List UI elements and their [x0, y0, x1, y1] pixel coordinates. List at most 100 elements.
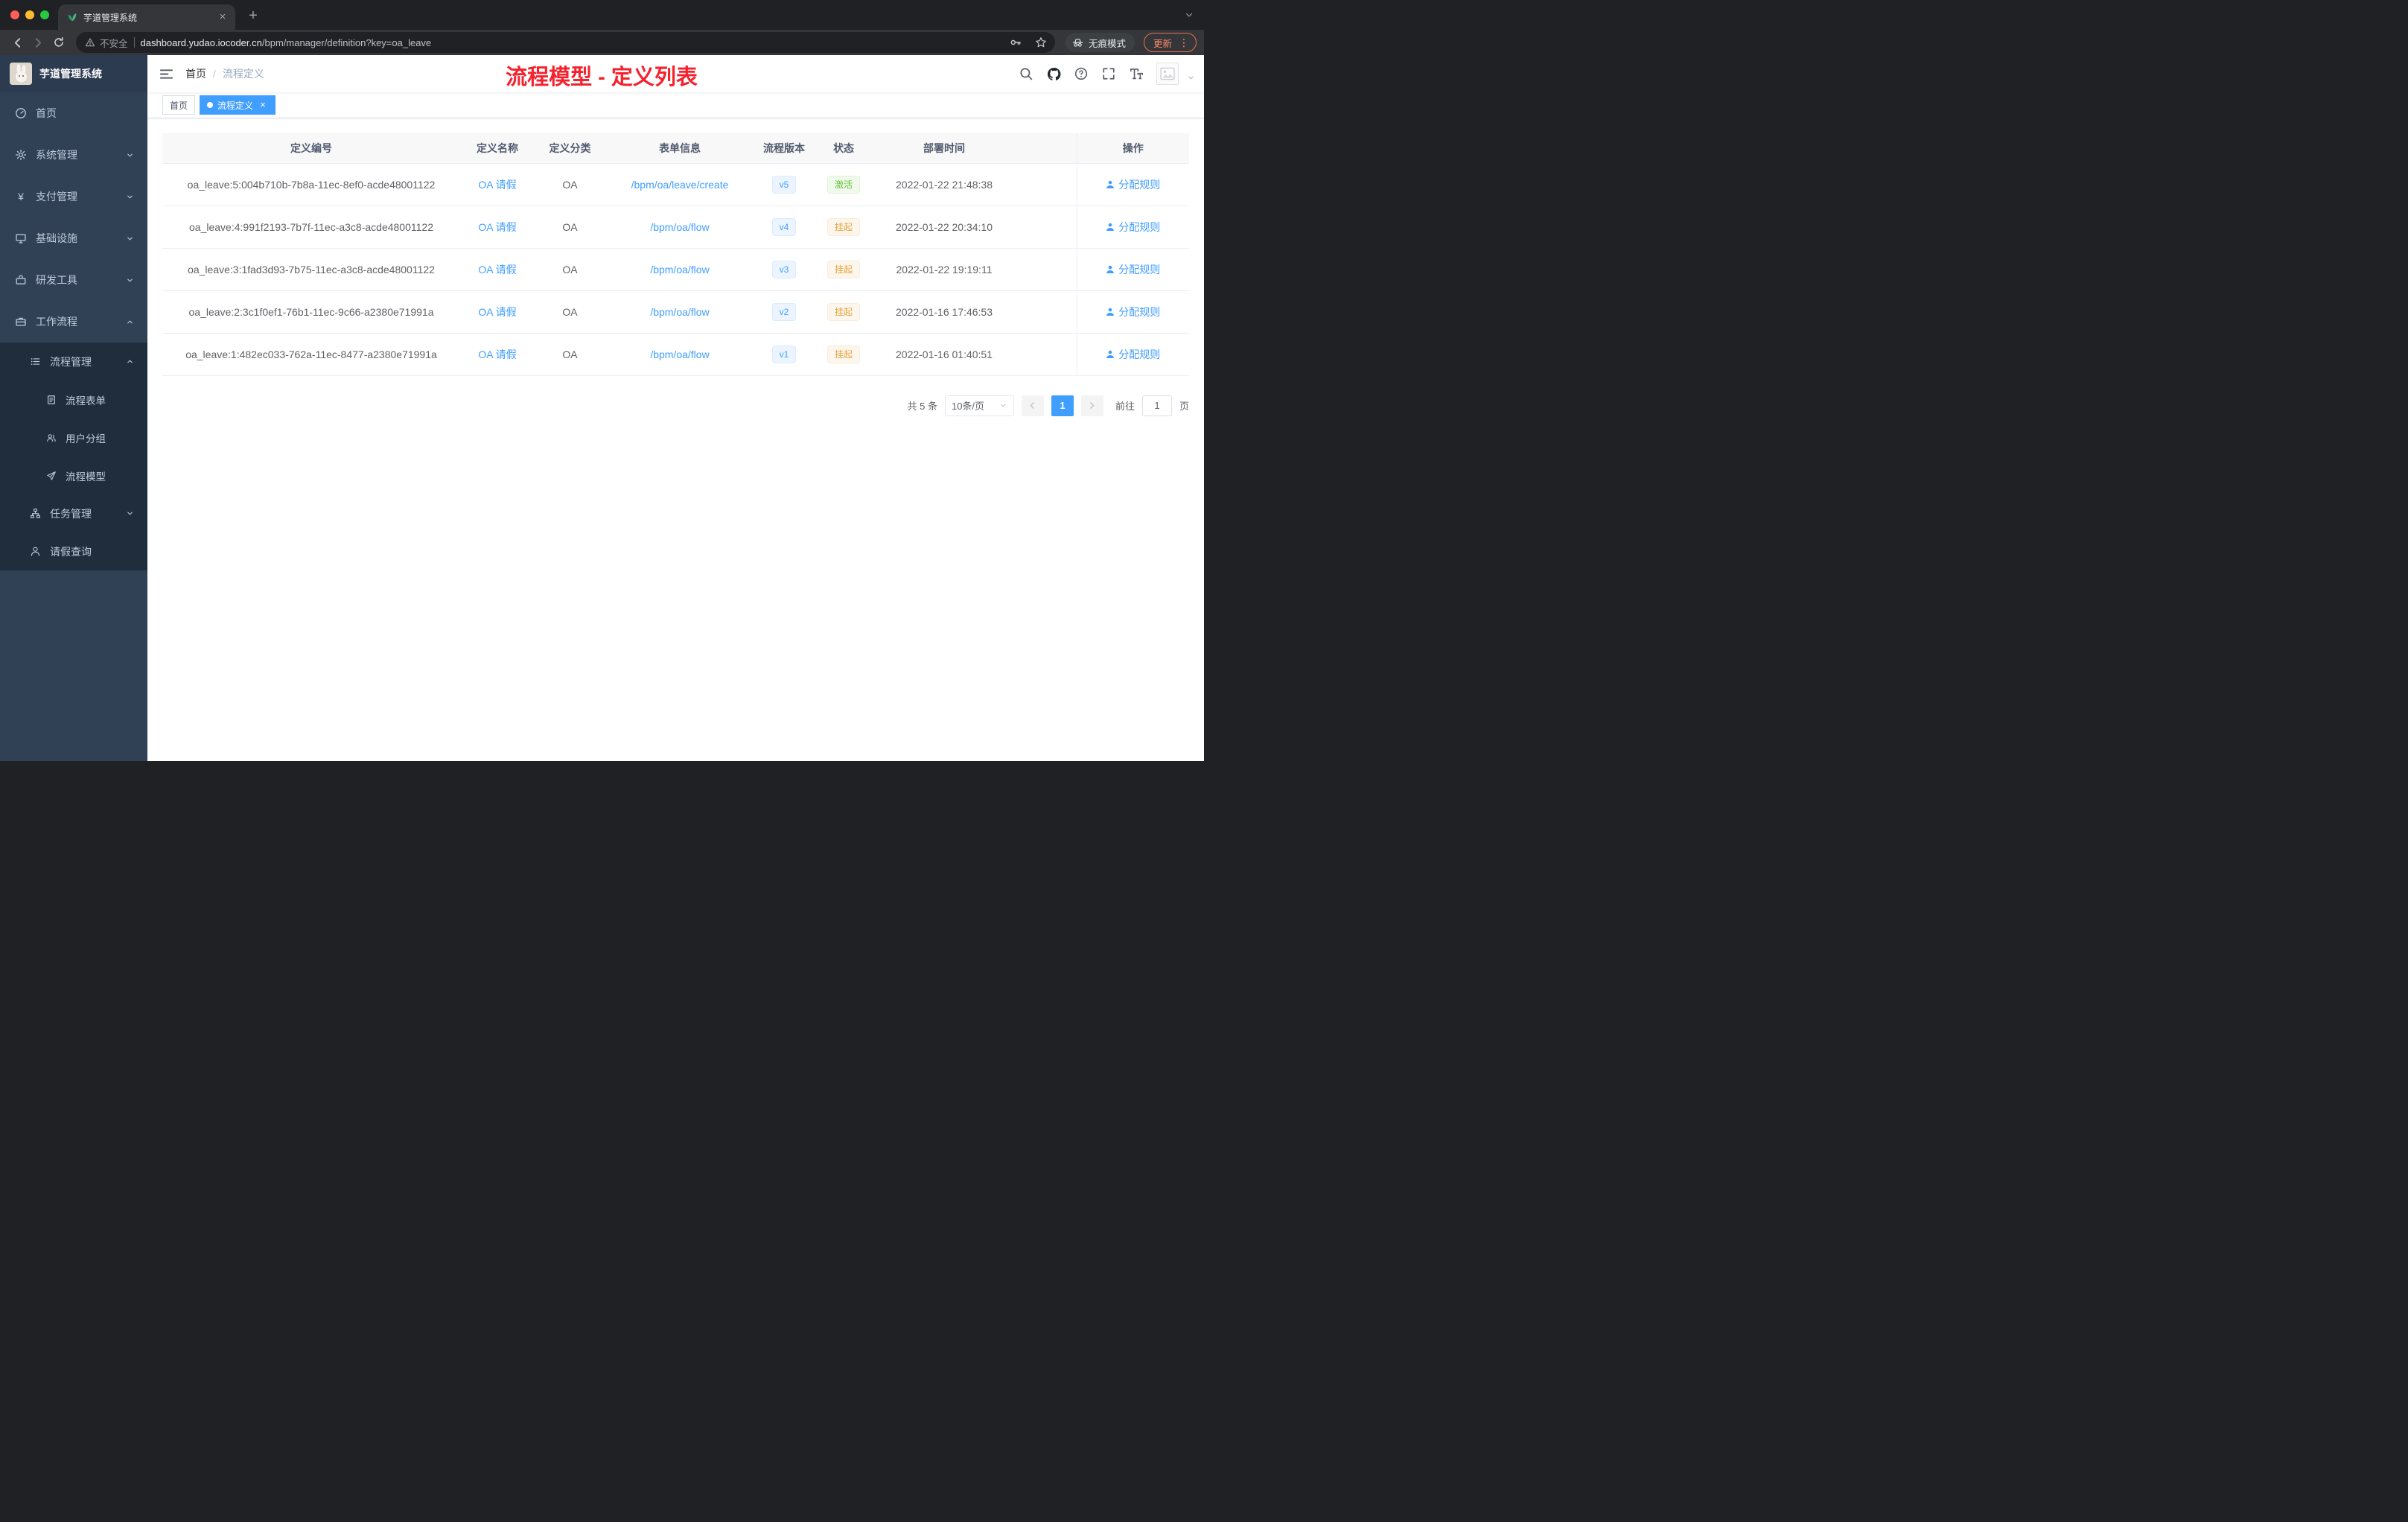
window-zoom-button[interactable]: [40, 10, 49, 19]
site-info-button[interactable]: 不安全: [85, 36, 128, 50]
sidebar-item-payment[interactable]: ¥ 支付管理: [0, 176, 147, 217]
breadcrumb-home[interactable]: 首页: [185, 66, 206, 81]
app-title: 芋道管理系统: [39, 68, 102, 80]
assign-rule-link[interactable]: 分配规则: [1106, 262, 1160, 277]
help-icon[interactable]: [1074, 66, 1089, 81]
address-bar[interactable]: 不安全 dashboard.yudao.iocoder.cn/bpm/manag…: [76, 32, 1055, 53]
avatar-caret-icon[interactable]: [1187, 74, 1195, 82]
dashboard-icon: [16, 108, 26, 118]
assign-rule-link[interactable]: 分配规则: [1106, 305, 1160, 319]
sidebar-item-workflow[interactable]: 工作流程: [0, 301, 147, 343]
back-button[interactable]: [7, 33, 27, 52]
user-icon: [1106, 223, 1115, 231]
sidebar-item-process-model[interactable]: 流程模型: [0, 456, 147, 494]
window-close-button[interactable]: [10, 10, 19, 19]
goto-page-input[interactable]: [1141, 395, 1172, 416]
update-chip[interactable]: 更新 ⋮: [1143, 33, 1197, 52]
cell-deploy-time: 2022-01-16 01:40:51: [873, 333, 1015, 376]
reload-button[interactable]: [49, 33, 69, 52]
tags-view: 首页 流程定义 ×: [147, 92, 1204, 118]
chevron-down-icon: [126, 276, 134, 284]
sidebar-menu: 首页 系统管理 ¥ 支付管理 基础设施 研发工具 工作流程 流程管理 流程表单 …: [0, 92, 147, 570]
prev-page-button[interactable]: [1021, 395, 1044, 416]
sidebar-item-infrastructure[interactable]: 基础设施: [0, 217, 147, 259]
sidebar-item-home[interactable]: 首页: [0, 92, 147, 134]
definition-table: 定义编号 定义名称 定义分类 表单信息 流程版本 状态 部署时间 操作 oa_l…: [162, 133, 1189, 376]
window-minimize-button[interactable]: [25, 10, 34, 19]
tag-close-icon[interactable]: ×: [258, 100, 268, 110]
definition-name-link[interactable]: OA 请假: [478, 264, 516, 276]
password-key-icon[interactable]: [1006, 33, 1025, 52]
main-panel: 首页 / 流程定义 流程模型 - 定义列表 首页 流程定义 × 定义编号 定义名…: [147, 55, 1204, 761]
cell-deploy-time: 2022-01-22 21:48:38: [873, 163, 1015, 206]
table-row: oa_leave:4:991f2193-7b7f-11ec-a3c8-acde4…: [162, 206, 1189, 249]
browser-menu-icon[interactable]: ⋮: [1179, 36, 1189, 49]
search-icon[interactable]: [1019, 66, 1033, 81]
annotation-title: 流程模型 - 定义列表: [506, 66, 698, 89]
update-label[interactable]: 更新: [1153, 36, 1172, 50]
tag-home[interactable]: 首页: [162, 95, 196, 115]
chevron-left-icon: [1031, 402, 1035, 409]
tab-close-icon[interactable]: ×: [216, 10, 229, 24]
assign-rule-link[interactable]: 分配规则: [1106, 220, 1160, 235]
url-host: dashboard.yudao.iocoder.cn: [140, 36, 262, 48]
font-size-icon[interactable]: [1129, 66, 1144, 81]
cell-deploy-time: 2022-01-16 17:46:53: [873, 290, 1015, 334]
definition-name-link[interactable]: OA 请假: [478, 221, 516, 233]
hamburger-icon[interactable]: [147, 55, 185, 92]
active-tag-dot: [207, 102, 214, 108]
col-definition-id: 定义编号: [162, 133, 460, 164]
sidebar: 芋道管理系统 首页 系统管理 ¥ 支付管理 基础设施 研发工具 工作流程 流程管…: [0, 55, 147, 761]
incognito-badge: 无痕模式: [1065, 33, 1135, 52]
version-badge: v3: [771, 260, 797, 278]
forward-button[interactable]: [28, 33, 48, 52]
sidebar-item-leave-query[interactable]: 请假查询: [0, 532, 147, 570]
sidebar-item-process-form[interactable]: 流程表单: [0, 380, 147, 418]
sidebar-item-devtools[interactable]: 研发工具: [0, 259, 147, 301]
sidebar-item-user-group[interactable]: 用户分组: [0, 418, 147, 456]
assign-rule-link[interactable]: 分配规则: [1106, 347, 1160, 362]
tab-search-chevron-icon[interactable]: [1185, 10, 1194, 23]
cell-definition-id: oa_leave:2:3c1f0ef1-76b1-11ec-9c66-a2380…: [162, 290, 460, 334]
definition-name-link[interactable]: OA 请假: [478, 179, 516, 191]
browser-tabstrip: 芋道管理系统 × +: [0, 0, 1204, 30]
definition-name-link[interactable]: OA 请假: [478, 306, 516, 318]
col-deploy-time: 部署时间: [873, 133, 1015, 164]
avatar[interactable]: [1156, 63, 1179, 85]
image-placeholder-icon: [1160, 67, 1175, 80]
page-content: 定义编号 定义名称 定义分类 表单信息 流程版本 状态 部署时间 操作 oa_l…: [147, 118, 1204, 761]
page-number-current[interactable]: 1: [1051, 395, 1074, 416]
fullscreen-icon[interactable]: [1101, 66, 1116, 81]
new-tab-button[interactable]: +: [244, 7, 262, 25]
workflow-submenu: 流程管理 流程表单 用户分组 流程模型 任务管理 请假查询: [0, 343, 147, 570]
form-link[interactable]: /bpm/oa/leave/create: [631, 179, 729, 191]
sidebar-item-system[interactable]: 系统管理: [0, 134, 147, 176]
bookmark-star-icon[interactable]: [1031, 33, 1051, 52]
chevron-up-icon: [126, 357, 134, 366]
sidebar-item-process-management[interactable]: 流程管理: [0, 343, 147, 380]
sidebar-item-task-management[interactable]: 任务管理: [0, 494, 147, 532]
browser-toolbar: 不安全 dashboard.yudao.iocoder.cn/bpm/manag…: [0, 30, 1204, 55]
cell-category: OA: [535, 333, 605, 376]
users-icon: [47, 433, 56, 442]
version-badge: v2: [771, 302, 797, 321]
org-tree-icon: [31, 509, 40, 518]
page-size-select[interactable]: 10条/页: [944, 395, 1014, 416]
breadcrumb: 首页 / 流程定义: [185, 66, 264, 81]
form-link[interactable]: /bpm/oa/flow: [650, 221, 709, 233]
chevron-down-icon: [126, 193, 134, 201]
browser-tab[interactable]: 芋道管理系统 ×: [58, 4, 235, 30]
assign-rule-link[interactable]: 分配规则: [1106, 177, 1160, 192]
form-link[interactable]: /bpm/oa/flow: [650, 264, 709, 276]
definition-name-link[interactable]: OA 请假: [478, 348, 516, 360]
omnibox-divider: [133, 37, 135, 48]
tag-process-definition[interactable]: 流程定义 ×: [200, 95, 276, 115]
cell-category: OA: [535, 248, 605, 291]
user-icon: [31, 547, 40, 556]
cell-deploy-time: 2022-01-22 20:34:10: [873, 206, 1015, 249]
next-page-button[interactable]: [1080, 395, 1103, 416]
url-path: /bpm/manager/definition?key=oa_leave: [261, 36, 432, 48]
github-icon[interactable]: [1046, 66, 1061, 81]
form-link[interactable]: /bpm/oa/flow: [650, 348, 709, 360]
form-link[interactable]: /bpm/oa/flow: [650, 306, 709, 318]
